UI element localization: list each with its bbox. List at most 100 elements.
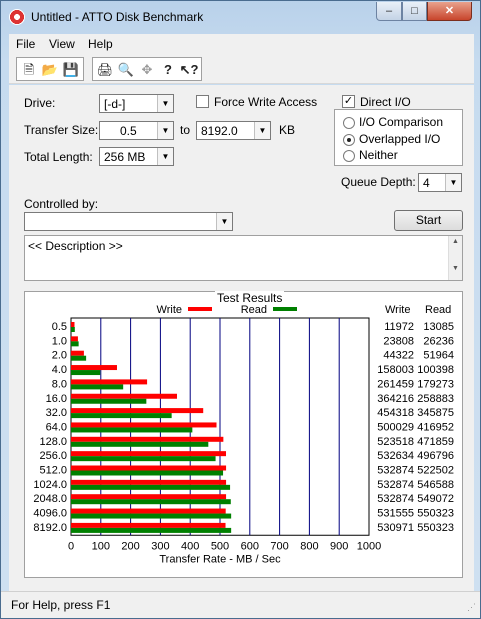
- write-value: 500029: [377, 421, 414, 433]
- chevron-down-icon: ▼: [254, 122, 270, 139]
- chevron-down-icon: ▼: [216, 213, 232, 230]
- read-bar: [71, 327, 75, 332]
- direct-io-checkbox[interactable]: ✓: [342, 95, 355, 108]
- write-bar: [71, 436, 224, 442]
- resize-grip-icon[interactable]: ⋰: [467, 602, 476, 613]
- write-value: 532874: [377, 479, 414, 491]
- queue-depth-value: 4: [423, 176, 430, 190]
- read-bar: [71, 384, 124, 390]
- y-tick-label: 4.0: [52, 364, 67, 376]
- start-button[interactable]: Start: [394, 210, 463, 231]
- write-bar: [71, 365, 117, 371]
- print-preview-icon[interactable]: 🔍: [116, 60, 136, 80]
- write-bar: [71, 350, 84, 356]
- read-bar: [71, 413, 172, 419]
- write-value: 158003: [377, 364, 414, 376]
- context-help-icon[interactable]: ↖?: [179, 60, 199, 80]
- io-comparison-radio[interactable]: [343, 117, 355, 129]
- x-tick-label: 1000: [357, 540, 381, 552]
- close-button[interactable]: ✕: [427, 2, 472, 21]
- title-bar[interactable]: Untitled - ATTO Disk Benchmark – □ ✕: [1, 1, 480, 31]
- results-chart: 0 100 200 300 400 500 600 700 800 900 1000 Transfer…: [33, 304, 454, 565]
- description-box[interactable]: << Description >> ▲ ▼: [24, 235, 463, 281]
- toolbar-tools-group: 🖨 🔍 ✥ ? ↖?: [92, 57, 202, 81]
- queue-depth-select[interactable]: 4 ▼: [418, 173, 462, 192]
- read-bar: [71, 370, 101, 376]
- menu-file[interactable]: File: [16, 37, 35, 51]
- total-length-select[interactable]: 256 MB ▼: [99, 147, 174, 166]
- y-tick-label: 8.0: [52, 378, 67, 390]
- force-write-checkbox[interactable]: [196, 95, 209, 108]
- status-bar: For Help, press F1 ⋰: [1, 591, 480, 618]
- chevron-down-icon: ▼: [157, 148, 173, 165]
- read-value: 471859: [417, 436, 454, 448]
- read-bar: [71, 470, 224, 476]
- read-value: 546588: [417, 479, 454, 491]
- read-value: 13085: [423, 321, 454, 333]
- x-tick-label: 400: [181, 540, 199, 552]
- new-icon[interactable]: 🗎: [19, 60, 39, 80]
- open-icon[interactable]: 📂: [40, 60, 60, 80]
- help-icon[interactable]: ?: [158, 60, 178, 80]
- y-tick-label: 128.0: [39, 436, 67, 448]
- x-tick-label: 100: [92, 540, 110, 552]
- save-icon[interactable]: 💾: [61, 60, 81, 80]
- y-tick-label: 8192.0: [33, 522, 67, 534]
- write-value: 11972: [384, 321, 414, 333]
- write-value: 532634: [377, 450, 414, 462]
- write-value: 531555: [377, 508, 414, 520]
- write-bar: [71, 479, 227, 485]
- toolbar-file-group: 🗎 📂 💾: [16, 57, 84, 81]
- x-tick-label: 800: [300, 540, 318, 552]
- x-tick-label: 700: [270, 540, 288, 552]
- overlapped-io-radio[interactable]: [343, 134, 355, 146]
- read-value: 179273: [417, 378, 454, 390]
- read-value: 522502: [417, 465, 454, 477]
- transfer-from-select[interactable]: 0.5 ▼: [99, 121, 174, 140]
- read-bar: [71, 427, 193, 433]
- transfer-from-value: 0.5: [120, 124, 137, 138]
- read-value: 549072: [417, 493, 454, 505]
- print-icon[interactable]: 🖨: [95, 60, 115, 80]
- neither-radio[interactable]: [343, 150, 355, 162]
- write-bar: [71, 422, 217, 428]
- read-bar: [71, 513, 232, 519]
- read-bar: [71, 484, 231, 490]
- write-bar: [71, 336, 78, 342]
- write-bar: [71, 522, 226, 528]
- write-bar: [71, 508, 226, 514]
- y-tick-label: 16.0: [46, 393, 67, 405]
- legend-read-swatch: [273, 307, 297, 311]
- total-length-label: Total Length:: [24, 150, 93, 164]
- transfer-size-label: Transfer Size:: [24, 123, 99, 137]
- write-value: 532874: [377, 493, 414, 505]
- write-bar: [71, 322, 75, 327]
- move-icon[interactable]: ✥: [137, 60, 157, 80]
- drive-select[interactable]: [-d-] ▼: [99, 94, 174, 113]
- menu-view[interactable]: View: [49, 37, 75, 51]
- description-scrollbar[interactable]: ▲ ▼: [448, 236, 462, 280]
- status-text: For Help, press F1: [11, 598, 111, 612]
- x-tick-label: 0: [68, 540, 74, 552]
- y-tick-label: 64.0: [46, 421, 67, 433]
- read-bar: [71, 527, 232, 533]
- transfer-to-select[interactable]: 8192.0 ▼: [196, 121, 271, 140]
- write-value: 454318: [377, 407, 414, 419]
- chevron-down-icon: ▼: [157, 95, 173, 112]
- legend-write-swatch: [188, 307, 212, 311]
- minimize-button[interactable]: –: [376, 2, 402, 21]
- overlapped-io-label: Overlapped I/O: [359, 132, 441, 146]
- write-value: 23808: [383, 335, 414, 347]
- read-value: 416952: [417, 421, 454, 433]
- io-comparison-label: I/O Comparison: [359, 115, 444, 129]
- maximize-button[interactable]: □: [402, 2, 427, 21]
- read-value: 100398: [417, 364, 454, 376]
- read-bar: [71, 341, 79, 347]
- menu-help[interactable]: Help: [88, 37, 113, 51]
- io-mode-group: I/O Comparison Overlapped I/O Neither: [334, 109, 463, 166]
- window-title: Untitled - ATTO Disk Benchmark: [31, 10, 204, 24]
- read-bar: [71, 398, 147, 404]
- read-value: 550323: [417, 508, 454, 520]
- controlled-by-select[interactable]: ▼: [24, 212, 233, 231]
- legend-read-label: Read: [241, 304, 267, 316]
